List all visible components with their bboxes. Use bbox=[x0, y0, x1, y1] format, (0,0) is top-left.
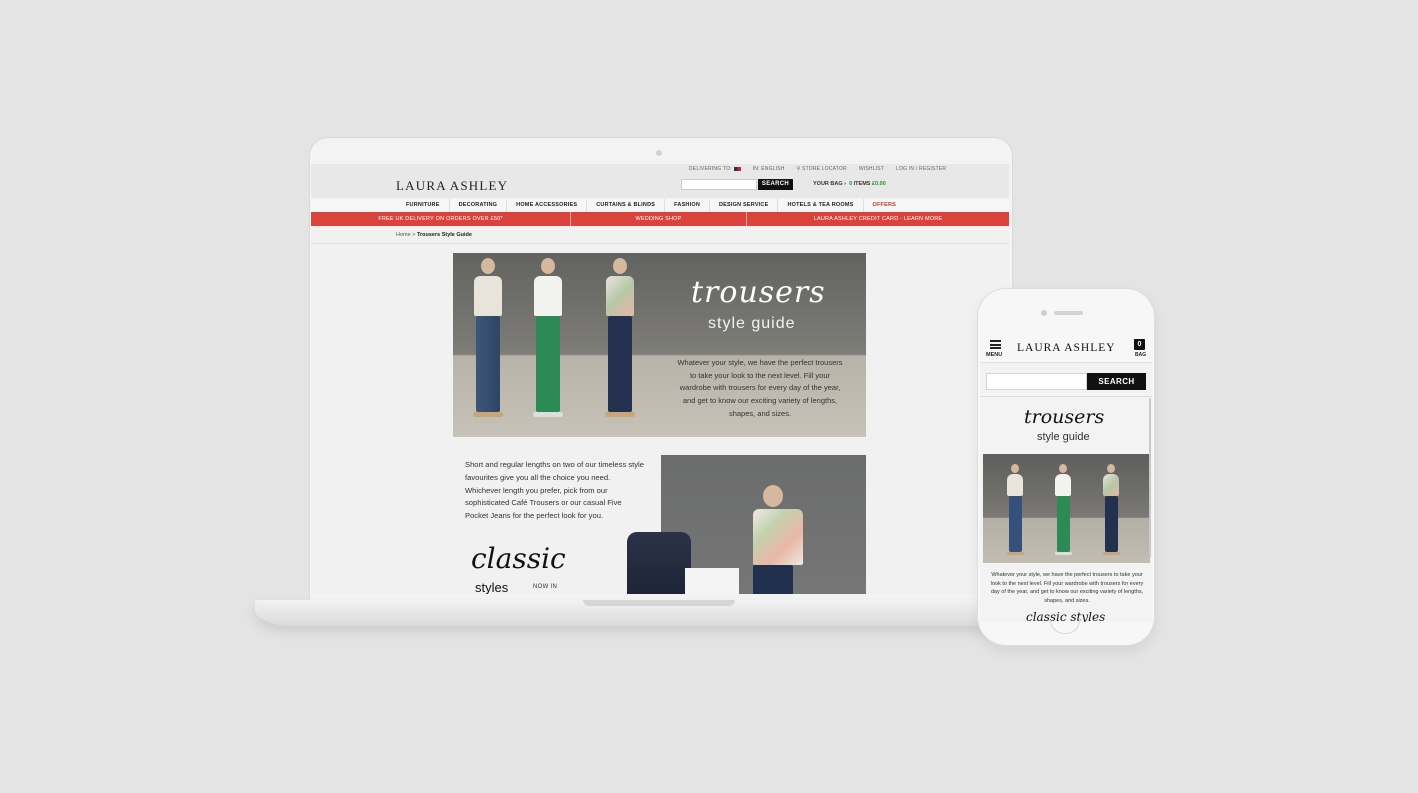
model-figure bbox=[1005, 462, 1025, 555]
breadcrumb-current: Trousers Style Guide bbox=[416, 232, 472, 238]
search-input[interactable] bbox=[681, 179, 757, 190]
store-locator-link[interactable]: ⚲ STORE LOCATOR bbox=[797, 166, 847, 172]
phone-speaker bbox=[1054, 311, 1083, 315]
model-figure bbox=[603, 255, 637, 417]
site-logo[interactable]: LAURA ASHLEY bbox=[396, 178, 508, 194]
mobile-search-button[interactable]: SEARCH bbox=[1087, 373, 1146, 390]
mobile-scrollbar[interactable] bbox=[1149, 398, 1151, 558]
utility-bar: DELIVERING TO: IN: ENGLISH ⚲ STORE LOCAT… bbox=[689, 166, 946, 172]
phone-camera-icon bbox=[1041, 310, 1047, 316]
flag-icon bbox=[733, 166, 741, 171]
promo-free-delivery[interactable]: FREE UK DELIVERY ON ORDERS OVER £50* bbox=[311, 212, 571, 226]
hamburger-menu-icon[interactable] bbox=[990, 340, 1001, 349]
language-selector[interactable]: IN: ENGLISH bbox=[753, 166, 785, 172]
nav-item-design-service[interactable]: DESIGN SERVICE bbox=[710, 199, 779, 212]
bag-total: £0.00 bbox=[872, 181, 886, 187]
hero-script-title: trousers bbox=[691, 275, 826, 310]
mobile-script-title: trousers bbox=[1024, 406, 1105, 428]
nav-item-fashion[interactable]: FASHION bbox=[665, 199, 710, 212]
nav-item-hotels-tea-rooms[interactable]: HOTELS & TEA ROOMS bbox=[778, 199, 864, 212]
mobile-hero-text: Whatever your style, we have the perfect… bbox=[990, 572, 1144, 604]
main-navigation: FURNITURE DECORATING HOME ACCESSORIES CU… bbox=[311, 199, 1009, 212]
mobile-logo[interactable]: LAURA ASHLEY bbox=[1017, 342, 1116, 354]
breadcrumb: Home > Trousers Style Guide bbox=[396, 232, 472, 238]
mobile-header: MENU LAURA ASHLEY 0 BAG bbox=[980, 332, 1152, 363]
bag-label: YOUR BAG bbox=[813, 181, 843, 187]
desktop-website: DELIVERING TO: IN: ENGLISH ⚲ STORE LOCAT… bbox=[311, 164, 1009, 594]
jeans-product-image bbox=[627, 532, 691, 594]
delivering-to-label: DELIVERING TO: bbox=[689, 166, 732, 172]
bag-items-label: ITEMS bbox=[853, 181, 871, 187]
breadcrumb-home[interactable]: Home bbox=[396, 232, 411, 238]
classic-styles-label: styles bbox=[475, 580, 509, 594]
search-button[interactable]: SEARCH bbox=[758, 179, 793, 190]
intro-paragraph: Short and regular lengths on two of our … bbox=[465, 460, 644, 521]
nav-item-curtains-blinds[interactable]: CURTAINS & BLINDS bbox=[587, 199, 666, 212]
mobile-website: MENU LAURA ASHLEY 0 BAG SEARCH trousers … bbox=[980, 332, 1152, 622]
store-locator-label: STORE LOCATOR bbox=[802, 166, 847, 172]
promo-credit-card[interactable]: LAURA ASHLEY CREDIT CARD - LEARN MORE bbox=[747, 212, 1009, 226]
hero-text: Whatever your style, we have the perfect… bbox=[677, 358, 843, 418]
hero-subtitle: style guide bbox=[708, 315, 796, 332]
divider bbox=[980, 396, 1152, 397]
promo-wedding-shop[interactable]: WEDDING SHOP bbox=[571, 212, 747, 226]
menu-label[interactable]: MENU bbox=[986, 352, 1002, 358]
bag-item-count: 0 bbox=[849, 181, 853, 187]
laptop-notch bbox=[583, 600, 735, 606]
now-in-label: NOW IN bbox=[533, 584, 558, 590]
mobile-hero-image bbox=[983, 454, 1150, 563]
login-register-link[interactable]: LOG IN / REGISTER bbox=[896, 166, 946, 172]
laptop-camera-icon bbox=[656, 150, 662, 156]
divider bbox=[311, 243, 1009, 244]
model-figure bbox=[471, 255, 505, 417]
model-figure bbox=[1053, 462, 1073, 555]
your-bag-link[interactable]: YOUR BAG › 0 ITEMS £0.00 bbox=[813, 181, 886, 187]
shopping-bag-icon[interactable]: 0 bbox=[1134, 339, 1145, 350]
hero-banner: trousers style guide Whatever your style… bbox=[453, 253, 866, 437]
mobile-search-input[interactable] bbox=[986, 373, 1087, 390]
product-card bbox=[685, 568, 739, 594]
delivering-to-selector[interactable]: DELIVERING TO: bbox=[689, 166, 741, 172]
model-figure bbox=[1101, 462, 1121, 555]
nav-item-furniture[interactable]: FURNITURE bbox=[397, 199, 450, 212]
bag-label[interactable]: BAG bbox=[1135, 352, 1146, 358]
mobile-subtitle: style guide bbox=[1037, 431, 1090, 443]
site-header: DELIVERING TO: IN: ENGLISH ⚲ STORE LOCAT… bbox=[311, 164, 1009, 198]
classic-script-title: classic bbox=[471, 542, 566, 575]
model-figure bbox=[753, 482, 803, 594]
wishlist-link[interactable]: WISHLIST bbox=[859, 166, 884, 172]
model-figure bbox=[531, 255, 565, 417]
nav-item-home-accessories[interactable]: HOME ACCESSORIES bbox=[507, 199, 588, 212]
nav-item-offers[interactable]: OFFERS bbox=[864, 199, 906, 212]
promo-bar: FREE UK DELIVERY ON ORDERS OVER £50* WED… bbox=[311, 212, 1009, 226]
breadcrumb-separator: > bbox=[412, 232, 416, 238]
nav-item-decorating[interactable]: DECORATING bbox=[450, 199, 508, 212]
